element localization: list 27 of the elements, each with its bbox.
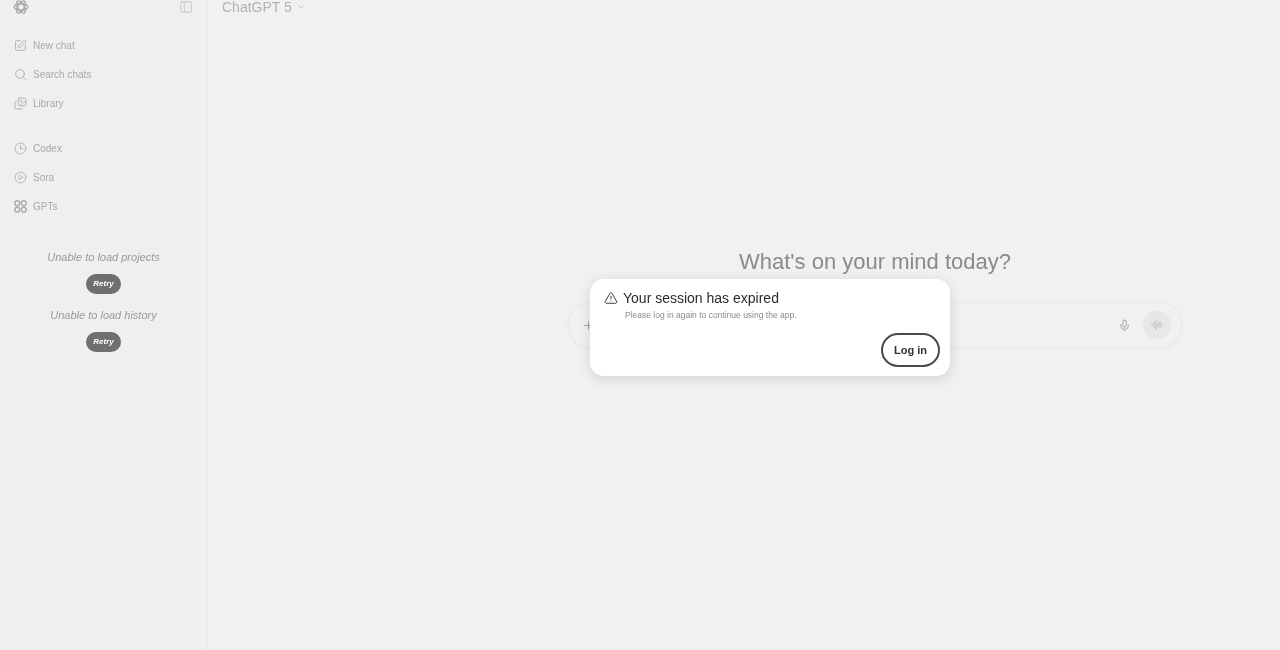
grid-icon bbox=[14, 200, 27, 213]
nav-item[interactable]: New chat bbox=[0, 31, 75, 60]
pen-square-icon bbox=[14, 39, 27, 52]
images-icon bbox=[14, 97, 27, 110]
search-icon bbox=[14, 68, 27, 81]
dialog-title: Your session has expired bbox=[623, 289, 779, 307]
retry-button[interactable]: Retry bbox=[86, 332, 121, 352]
model-selector[interactable]: ChatGPT 5 bbox=[222, 0, 292, 14]
logo-icon[interactable] bbox=[13, 0, 29, 15]
nav-item[interactable]: Search chats bbox=[0, 60, 92, 89]
nav-item[interactable]: GPTs bbox=[0, 192, 58, 221]
warning-icon bbox=[604, 291, 618, 305]
chevron-down-icon[interactable] bbox=[295, 2, 306, 12]
play-circle-icon bbox=[14, 171, 27, 184]
clock-icon bbox=[14, 142, 27, 155]
sidebar-toggle-icon[interactable] bbox=[179, 0, 193, 14]
main-heading: What's on your mind today? bbox=[739, 248, 1011, 276]
error-message: Unable to load history bbox=[50, 308, 157, 322]
nav-item[interactable]: Codex bbox=[0, 134, 62, 163]
voice-button[interactable] bbox=[1143, 311, 1171, 339]
nav-item[interactable]: Sora bbox=[0, 163, 55, 192]
retry-button[interactable]: Retry bbox=[86, 274, 121, 294]
dialog-message: Please log in again to continue using the app. bbox=[625, 309, 797, 321]
login-button[interactable]: Log in bbox=[881, 333, 940, 367]
error-message: Unable to load projects bbox=[47, 250, 160, 264]
nav-item[interactable]: Library bbox=[0, 89, 64, 118]
mic-icon[interactable] bbox=[1118, 318, 1131, 332]
